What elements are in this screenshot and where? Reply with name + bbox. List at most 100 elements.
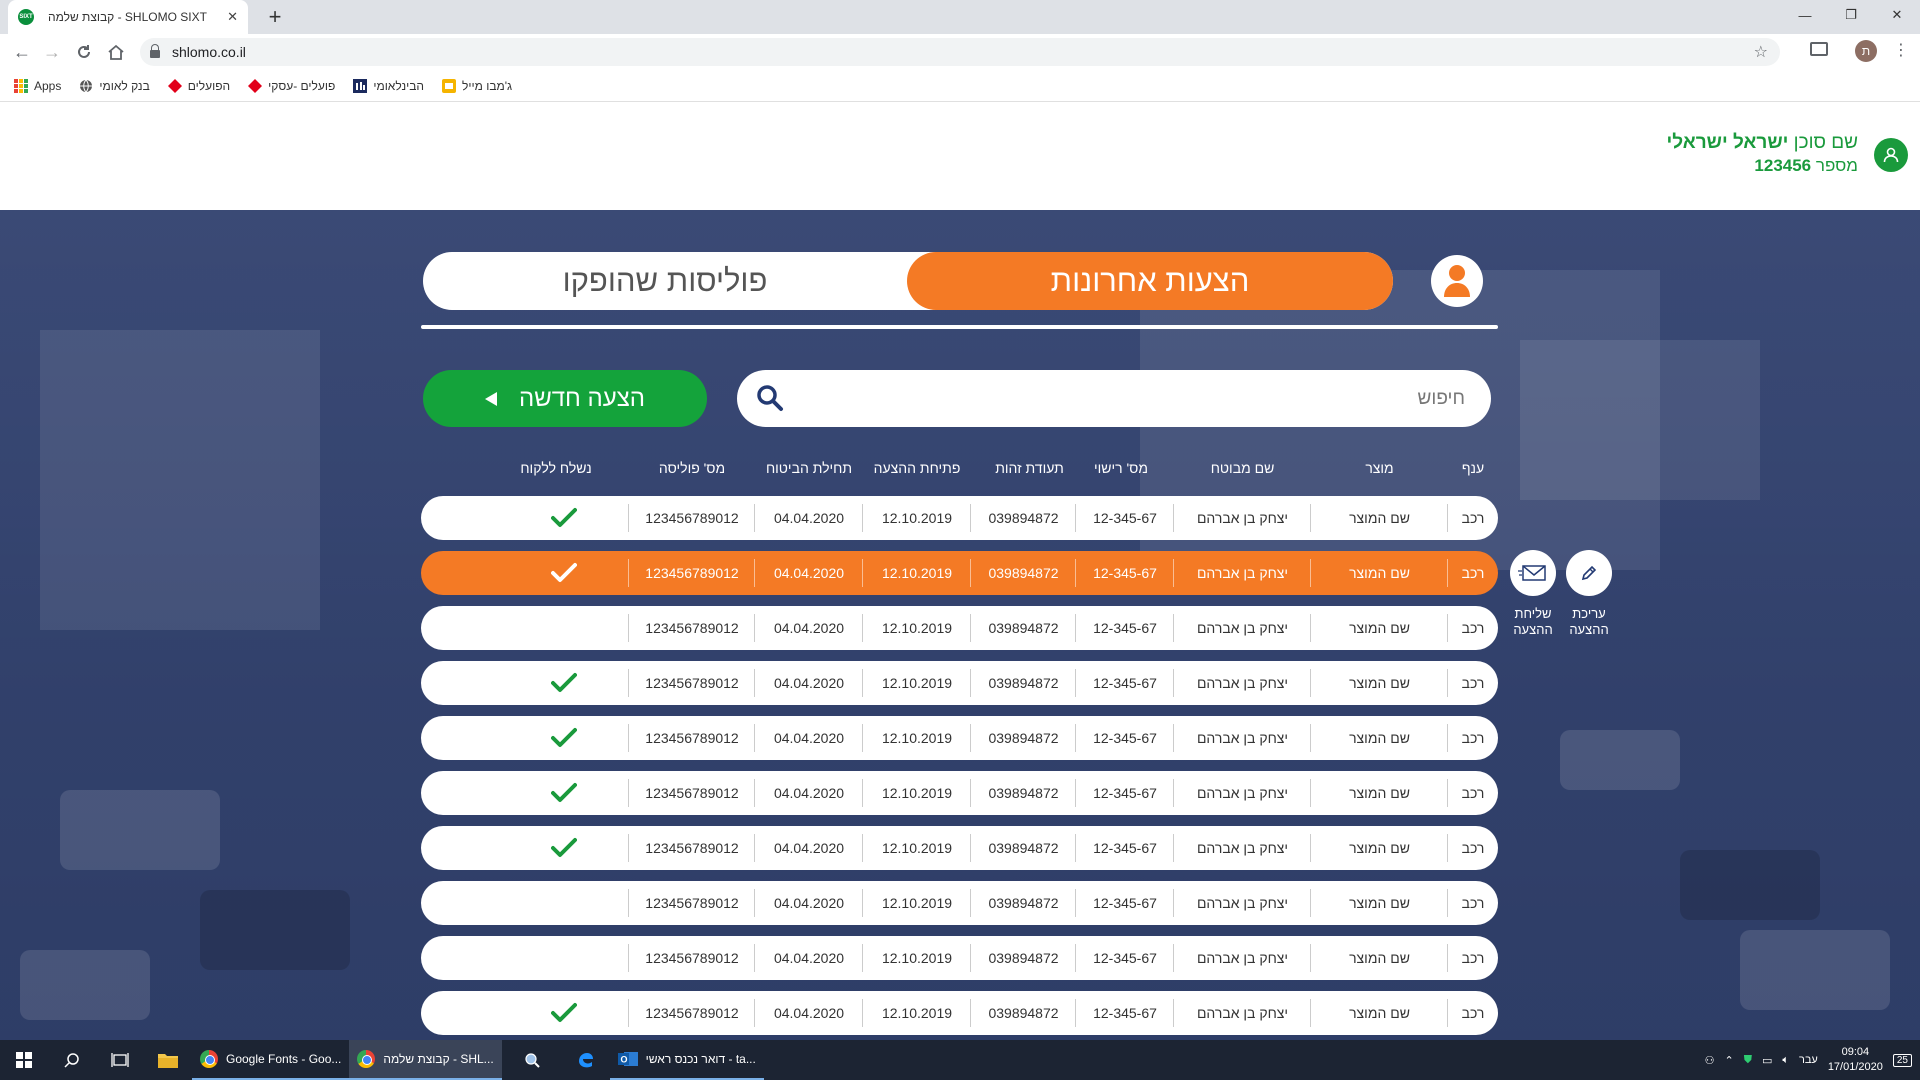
column-header[interactable]: תעודת זהות <box>977 460 1082 476</box>
agent-user-icon[interactable] <box>1874 138 1908 172</box>
search-icon[interactable] <box>756 384 784 412</box>
profile-avatar[interactable]: ת <box>1855 40 1877 62</box>
sent-status-cell <box>499 606 629 650</box>
cell-product: שם המוצר <box>1349 620 1410 636</box>
network-icon[interactable]: ▭ <box>1762 1054 1772 1067</box>
taskbar-app-shlomo[interactable]: קבוצת שלמה - SHL... <box>349 1040 502 1080</box>
tab-close-icon[interactable]: ✕ <box>227 9 238 25</box>
sent-status-cell <box>499 661 629 705</box>
browser-tab[interactable]: SIXT קבוצת שלמה - SHLOMO SIXT ✕ <box>8 0 248 34</box>
cell-id: 039894872 <box>988 730 1059 746</box>
table-row[interactable]: רכב שם המוצר יצחק בן אברהם 12-345-67 0398948… <box>421 496 1498 540</box>
background-car <box>1560 730 1680 790</box>
volume-icon[interactable]: 🔈︎ <box>1782 1054 1789 1067</box>
search-input[interactable] <box>825 370 1465 427</box>
column-header[interactable]: שם מבוטח <box>1174 460 1311 476</box>
bookmark-hapoalim-business[interactable]: פועלים -עסקי <box>248 78 335 93</box>
table-header: ענף מוצר שם מבוטח מס' רישוי תעודת זהות פתיחת … <box>421 460 1498 482</box>
security-shield-icon[interactable]: ⛊ <box>1744 1054 1752 1067</box>
menu-kebab-icon[interactable]: ⋮ <box>1893 40 1909 62</box>
cell-id: 039894872 <box>988 510 1059 526</box>
new-offer-label: הצעה חדשה <box>519 384 645 412</box>
file-explorer-icon[interactable] <box>144 1040 192 1080</box>
new-tab-button[interactable]: + <box>262 4 288 30</box>
bookmark-leumi[interactable]: בנק לאומי <box>79 79 150 93</box>
clock[interactable]: 09:04 17/01/2020 <box>1828 1045 1883 1075</box>
bookmark-star-icon[interactable]: ☆ <box>1754 42 1768 62</box>
bookmark-fibi[interactable]: הבינלאומי <box>353 78 424 93</box>
table-row[interactable]: רכב שם המוצר יצחק בן אברהם 12-345-67 0398948… <box>421 771 1498 815</box>
bookmark-hapoalim[interactable]: הפועלים <box>167 78 230 93</box>
cell-insured: יצחק בן אברהם <box>1196 1005 1289 1021</box>
tab-issued-policies[interactable]: פוליסות שהופקו <box>423 252 907 310</box>
taskbar-app-outlook[interactable]: O דואר נכנס ראשי - ta... <box>609 1040 764 1080</box>
new-offer-button[interactable]: הצעה חדשה <box>423 370 707 427</box>
taskbar-app-google-fonts[interactable]: Google Fonts - Goo... <box>192 1040 350 1080</box>
minimize-button[interactable]: — <box>1782 0 1828 30</box>
column-header[interactable]: נשלח ללקוח <box>491 460 621 476</box>
reload-icon[interactable] <box>72 40 96 64</box>
column-header[interactable]: מוצר <box>1311 460 1448 476</box>
cell-opened: 12.10.2019 <box>881 785 953 801</box>
agent-number-prefix: מספר <box>1815 156 1858 175</box>
people-icon[interactable]: ⚇ <box>1705 1054 1715 1067</box>
table-row[interactable]: רכב שם המוצר יצחק בן אברהם 12-345-67 0398948… <box>421 606 1498 650</box>
windows-start-icon[interactable] <box>0 1040 48 1080</box>
magnifier-app-icon[interactable] <box>502 1040 562 1080</box>
background-car <box>200 890 350 970</box>
url-field[interactable]: shlomo.co.il ☆ <box>140 38 1780 66</box>
edge-icon[interactable] <box>562 1040 610 1080</box>
cell-start: 04.04.2020 <box>773 840 845 856</box>
cell-product: שם המוצר <box>1349 1005 1410 1021</box>
table-row[interactable]: רכב שם המוצר יצחק בן אברהם 12-345-67 0398948… <box>421 716 1498 760</box>
cell-branch: רכב <box>1461 895 1485 911</box>
forward-icon[interactable]: → <box>40 40 64 64</box>
cell-id: 039894872 <box>988 1005 1059 1021</box>
cast-icon[interactable] <box>1810 42 1828 56</box>
edit-offer-button[interactable] <box>1566 550 1612 596</box>
cell-product: שם המוצר <box>1349 950 1410 966</box>
outlook-icon: O <box>617 1052 638 1066</box>
bookmark-apps[interactable]: Apps <box>14 78 61 93</box>
taskbar-search-icon[interactable] <box>48 1040 96 1080</box>
checkmark-icon <box>551 673 577 692</box>
table-row-selected[interactable]: רכב שם המוצר יצחק בן אברהם 12-345-67 0398948… <box>421 551 1498 595</box>
edit-offer-label: עריכת ההצעה <box>1569 606 1609 637</box>
column-header[interactable]: תחילת הביטוח <box>755 460 863 476</box>
cell-product: שם המוצר <box>1349 840 1410 856</box>
close-window-button[interactable]: ✕ <box>1874 0 1920 30</box>
sent-status-cell <box>499 716 629 760</box>
cell-policy: 123456789012 <box>645 675 739 691</box>
column-header[interactable]: מס' רישוי <box>1072 460 1170 476</box>
table-row[interactable]: רכב שם המוצר יצחק בן אברהם 12-345-67 0398948… <box>421 991 1498 1035</box>
column-header[interactable]: מס' פוליסה <box>629 460 755 476</box>
task-view-icon[interactable] <box>96 1040 144 1080</box>
restore-button[interactable]: ❐ <box>1828 0 1874 30</box>
table-row[interactable]: רכב שם המוצר יצחק בן אברהם 12-345-67 0398948… <box>421 881 1498 925</box>
cell-insured: יצחק בן אברהם <box>1196 950 1289 966</box>
tray-chevron-icon[interactable]: ⌃ <box>1724 1054 1733 1067</box>
column-header[interactable]: ענף <box>1448 460 1498 476</box>
table-row[interactable]: רכב שם המוצר יצחק בן אברהם 12-345-67 0398948… <box>421 826 1498 870</box>
notifications-icon[interactable]: 25 <box>1892 1053 1912 1067</box>
table-row[interactable]: רכב שם המוצר יצחק בן אברהם 12-345-67 0398948… <box>421 936 1498 980</box>
send-offer-button[interactable] <box>1510 550 1556 596</box>
tab-recent-offers[interactable]: הצעות אחרונות <box>907 252 1393 310</box>
tabs-underline <box>421 325 1498 329</box>
site-favicon-icon: SIXT <box>18 9 34 25</box>
cell-branch: רכב <box>1461 1005 1485 1021</box>
cell-license: 12-345-67 <box>1093 1005 1157 1021</box>
cell-id: 039894872 <box>988 785 1059 801</box>
cell-policy: 123456789012 <box>645 730 739 746</box>
home-icon[interactable] <box>104 40 128 64</box>
bookmark-jumbo-mail[interactable]: ג'מבו מייל <box>442 78 512 93</box>
user-avatar-button[interactable] <box>1431 255 1483 307</box>
column-header[interactable]: פתיחת ההצעה <box>863 460 971 476</box>
back-icon[interactable]: ← <box>10 40 34 64</box>
url-text: shlomo.co.il <box>172 44 246 60</box>
red-diamond-icon <box>167 78 182 93</box>
cell-license: 12-345-67 <box>1093 510 1157 526</box>
cell-policy: 123456789012 <box>645 950 739 966</box>
language-indicator[interactable]: עבר <box>1799 1054 1818 1066</box>
table-row[interactable]: רכב שם המוצר יצחק בן אברהם 12-345-67 0398948… <box>421 661 1498 705</box>
